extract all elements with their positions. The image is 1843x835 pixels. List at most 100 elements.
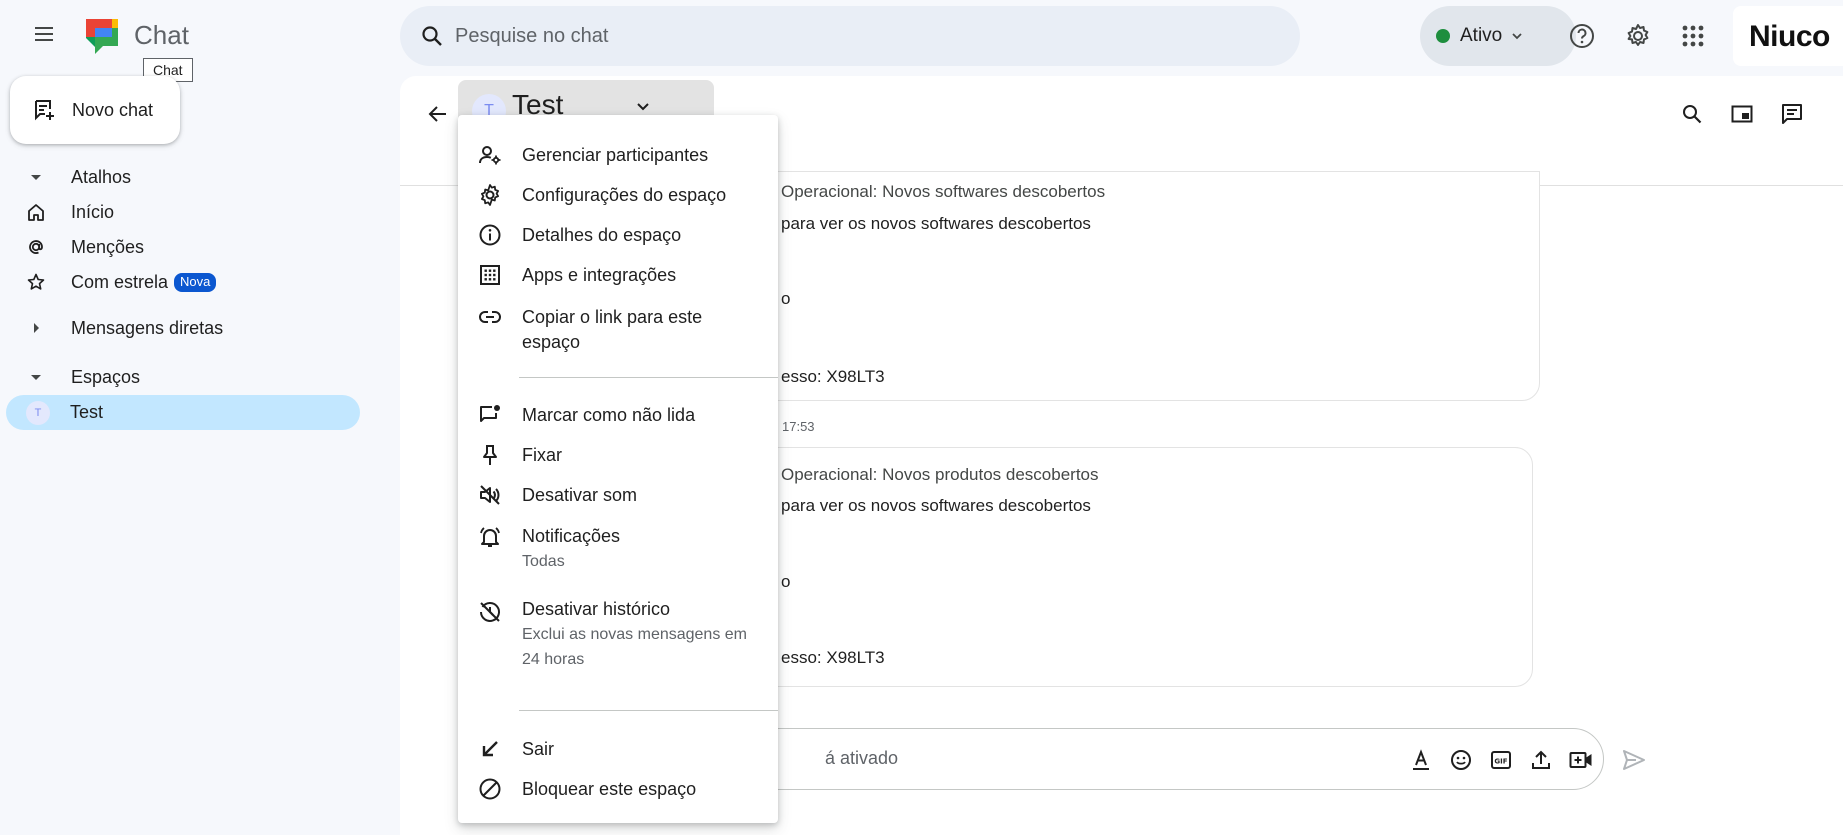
menu-divider: [519, 710, 778, 711]
section-label-shortcuts: Atalhos: [71, 167, 132, 187]
caret-down-icon: [31, 375, 41, 380]
send-icon: [1623, 750, 1645, 770]
section-label-direct-messages: Mensagens diretas: [71, 318, 224, 338]
arrow-back-icon: [428, 106, 446, 122]
settings-button[interactable]: [1617, 15, 1659, 57]
menu-item-space-settings[interactable]: Configurações do espaço: [458, 175, 778, 215]
caret-right-icon: [34, 323, 39, 333]
format-text-button[interactable]: [1407, 746, 1435, 774]
menu-item-apps-integrations[interactable]: Apps e integrações: [458, 255, 778, 295]
threads-icon: [1782, 104, 1802, 124]
back-button[interactable]: [418, 94, 458, 134]
message-line: esso: X98LT3: [781, 648, 885, 667]
google-apps-button[interactable]: [1672, 15, 1714, 57]
sidebar-item-space-test[interactable]: T Test: [6, 395, 360, 430]
apps-grid-icon: [480, 265, 500, 285]
menu-item-label: Sair: [522, 739, 555, 759]
menu-item-manage-participants[interactable]: Gerenciar participantes: [458, 135, 778, 175]
search-icon: [1683, 105, 1702, 124]
manage-people-icon: [479, 146, 501, 165]
section-toggle-direct-messages[interactable]: Mensagens diretas: [0, 311, 360, 345]
message-line: o: [781, 572, 791, 591]
section-toggle-shortcuts[interactable]: Atalhos: [0, 160, 360, 194]
new-chat-label: Novo chat: [72, 99, 154, 120]
sidebar-item-com-estrela[interactable]: Com estrela Nova: [0, 265, 360, 299]
notifications-icon: [480, 527, 500, 547]
menu-item-mute[interactable]: Desativar som: [458, 475, 778, 515]
settings-icon: [481, 184, 499, 206]
menu-item-sublabel: Todas: [522, 553, 565, 570]
sidebar-item-mencoes[interactable]: Menções: [0, 230, 360, 264]
chevron-down-icon: [1512, 33, 1522, 40]
space-avatar: T: [26, 401, 50, 425]
search-icon[interactable]: [420, 24, 444, 48]
menu-item-label: Configurações do espaço: [522, 185, 727, 205]
sidebar-item-text: Com estrela Nova: [71, 272, 217, 293]
status-dropdown[interactable]: Ativo: [1420, 6, 1576, 66]
menu-item-sublabel: Exclui as novas mensagens em 24 horas: [522, 626, 747, 668]
message-line: para ver os novos softwares descobertos: [781, 496, 1091, 515]
settings-gear-icon: [1627, 24, 1649, 46]
main-menu-button[interactable]: [24, 14, 64, 54]
menu-item-label: Copiar o link para este espaço: [522, 307, 703, 352]
chat-logo[interactable]: [82, 15, 122, 55]
menu-item-leave[interactable]: Sair: [458, 729, 778, 769]
picture-in-picture-button[interactable]: [1722, 94, 1762, 134]
menu-item-notifications[interactable]: Notificações Todas: [458, 515, 778, 585]
menu-item-label: Notificações: [522, 526, 621, 546]
message-line: Operacional: Novos softwares descobertos: [781, 182, 1106, 201]
section-toggle-spaces[interactable]: Espaços: [0, 360, 360, 394]
emoji-button[interactable]: [1447, 746, 1475, 774]
sidebar-item-label: Menções: [71, 237, 145, 257]
send-button[interactable]: [1617, 743, 1651, 777]
search-input[interactable]: [455, 18, 1255, 54]
status-label: Ativo: [1460, 25, 1503, 46]
menu-item-label: Fixar: [522, 445, 562, 465]
sidebar-item-inicio[interactable]: Início: [0, 195, 360, 229]
search-bar[interactable]: [400, 6, 1300, 66]
composer-placeholder: á ativado: [825, 748, 899, 768]
message-line: para ver os novos softwares descobertos: [781, 214, 1091, 233]
home-icon: [28, 204, 44, 221]
caret-down-icon: [31, 175, 41, 180]
space-name: Test: [70, 402, 104, 422]
menu-item-space-details[interactable]: Detalhes do espaço: [458, 215, 778, 255]
pin-icon: [483, 445, 497, 465]
info-icon: [479, 224, 501, 246]
hamburger-icon: [35, 27, 53, 41]
help-icon: [1570, 24, 1594, 48]
message-composer[interactable]: á ativado GIF: [740, 728, 1604, 790]
help-button[interactable]: [1561, 15, 1603, 57]
chat-logo-icon: [86, 19, 118, 54]
space-options-menu: Gerenciar participantes Configurações do…: [458, 115, 778, 823]
chevron-down-icon: [637, 103, 649, 111]
mute-icon: [480, 485, 500, 505]
new-chat-button[interactable]: Novo chat: [10, 76, 180, 144]
menu-item-label: Gerenciar participantes: [522, 145, 709, 165]
link-icon: [479, 311, 501, 323]
new-chat-icon: [35, 100, 54, 121]
menu-item-copy-link[interactable]: Copiar o link para este espaço: [458, 295, 778, 361]
emoji-icon: [1451, 750, 1471, 770]
history-off-icon: [480, 602, 500, 622]
apps-grid-icon: [1682, 25, 1704, 47]
message-line: esso: X98LT3: [781, 367, 885, 386]
section-label-spaces: Espaços: [71, 367, 141, 387]
gif-button[interactable]: GIF: [1487, 746, 1515, 774]
menu-item-label: Desativar som: [522, 485, 638, 505]
message-line: o: [781, 289, 791, 308]
at-icon: [29, 240, 43, 254]
upload-button[interactable]: [1527, 746, 1555, 774]
menu-item-mark-unread[interactable]: Marcar como não lida: [458, 395, 778, 435]
app-title: Chat: [134, 20, 189, 50]
menu-item-history-off[interactable]: Desativar histórico Exclui as novas mens…: [458, 587, 778, 687]
menu-divider: [519, 377, 778, 378]
add-video-meeting-button[interactable]: [1567, 746, 1595, 774]
menu-item-block-space[interactable]: Bloquear este espaço: [458, 769, 778, 809]
upload-icon: [1532, 750, 1550, 769]
search-in-conversation-button[interactable]: [1672, 94, 1712, 134]
threads-button[interactable]: [1772, 94, 1812, 134]
new-badge: Nova: [174, 273, 217, 292]
menu-item-pin[interactable]: Fixar: [458, 435, 778, 475]
account-brand[interactable]: Niuco: [1733, 6, 1843, 66]
